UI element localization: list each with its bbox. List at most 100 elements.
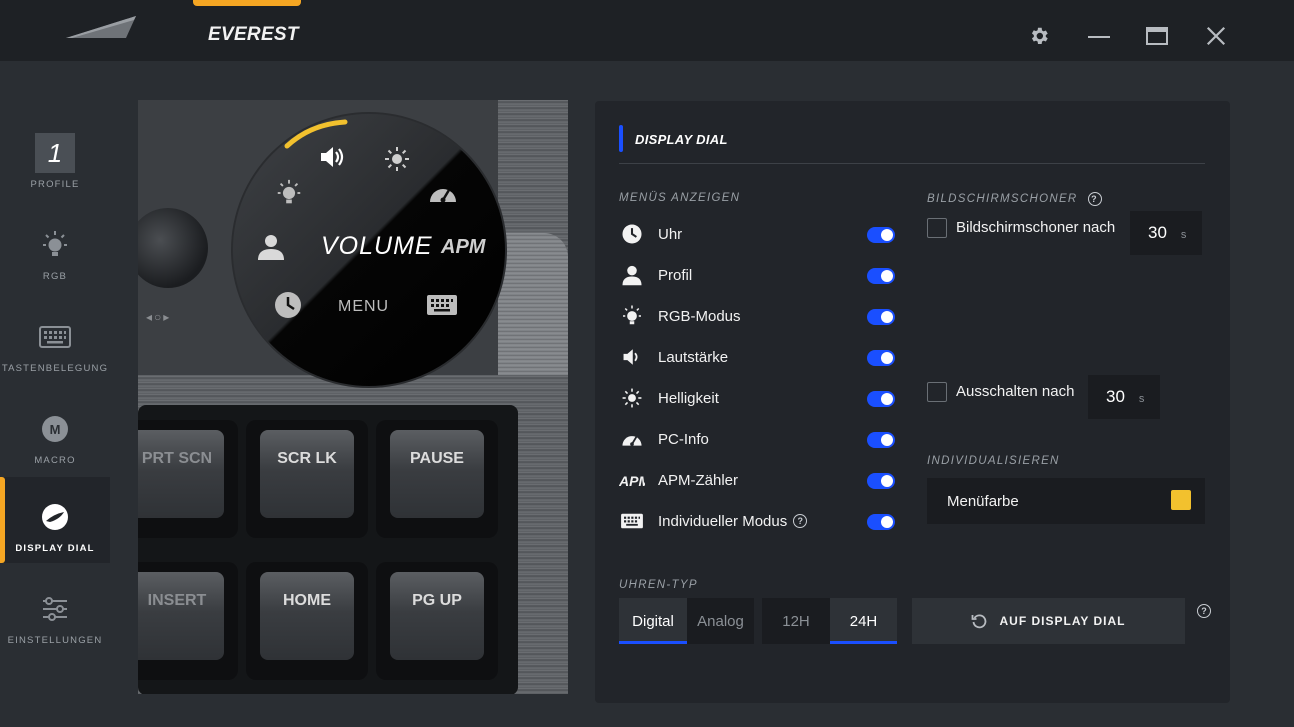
reset-icon	[972, 614, 987, 629]
apm-icon: APM	[619, 473, 645, 488]
sidebar-item-profile[interactable]: 1 PROFILE	[0, 113, 110, 199]
sidebar-item-tastenbelegung[interactable]: TASTENBELEGUNG	[0, 297, 110, 383]
gear-icon	[1031, 27, 1048, 44]
sidebar-item-label: EINSTELLUNGEN	[7, 635, 103, 646]
menu-row-uhr: Uhr	[619, 219, 895, 249]
app-title: EVEREST	[208, 24, 299, 45]
unit-label: s	[1180, 229, 1187, 241]
knob-arrows-icon: ◂○▸	[146, 310, 172, 324]
menu-row-individueller-modus: Individueller Modus ?	[619, 506, 895, 536]
dial-menu-label: MENU	[338, 298, 390, 315]
keyboard-icon	[39, 326, 71, 348]
info-icon[interactable]: ?	[1087, 192, 1102, 206]
dial-gauge-icon	[428, 180, 458, 206]
screensaver-checkbox[interactable]	[927, 218, 947, 238]
dial-keyboard-icon	[426, 294, 458, 316]
title-bar: EVEREST	[0, 0, 1294, 61]
sidebar: 1 PROFILE RGB TASTENBELEGUNG M MACRO DIS…	[0, 61, 110, 727]
key-pause: PAUSE	[376, 420, 498, 538]
menu-row-profil: Profil	[619, 260, 895, 290]
menu-label: Profil	[658, 266, 693, 284]
sidebar-item-label: PROFILE	[30, 179, 80, 190]
svg-text:M: M	[50, 422, 61, 437]
clock-style-digital[interactable]: Digital	[619, 598, 687, 644]
minimize-button[interactable]	[1085, 22, 1113, 50]
maximize-icon	[1146, 27, 1168, 45]
key-home: HOME	[246, 562, 368, 680]
sidebar-item-label: RGB	[42, 271, 68, 282]
apm-zaehler-toggle[interactable]	[867, 473, 895, 489]
rgb-modus-toggle[interactable]	[867, 309, 895, 325]
menu-color-swatch[interactable]	[1171, 490, 1191, 510]
dial-lightbulb-icon	[274, 178, 304, 208]
clock-style-analog[interactable]: Analog	[687, 598, 754, 644]
turnoff-time-value: 30	[1106, 387, 1125, 406]
speaker-icon	[623, 349, 638, 365]
clock-icon	[622, 224, 642, 244]
logo-icon	[66, 16, 136, 38]
menu-label: Helligkeit	[658, 389, 719, 407]
key-prt-scn: PRT SCN	[138, 420, 238, 538]
screensaver-time-input[interactable]: 30 s	[1130, 211, 1202, 255]
turnoff-time-input[interactable]: 30 s	[1088, 375, 1160, 419]
uhr-toggle[interactable]	[867, 227, 895, 243]
sidebar-item-rgb[interactable]: RGB	[0, 205, 110, 291]
menu-row-rgb-modus: RGB-Modus	[619, 301, 895, 331]
apply-button-label: AUF DISPLAY DIAL	[999, 614, 1126, 628]
info-icon[interactable]: ?	[1197, 604, 1211, 618]
profile-number-icon: 1	[35, 133, 75, 173]
screensaver-section-text: BILDSCHIRMSCHONER	[927, 193, 1078, 205]
menus-section-label: MENÜS ANZEIGEN	[619, 192, 741, 204]
menu-label: RGB-Modus	[658, 307, 741, 325]
menu-label: PC-Info	[658, 430, 709, 448]
dial-apm-label: APM	[441, 236, 486, 258]
sidebar-item-einstellungen[interactable]: EINSTELLUNGEN	[0, 569, 110, 655]
sidebar-item-label: DISPLAY DIAL	[15, 543, 95, 554]
minimize-icon	[1088, 36, 1110, 38]
apply-to-display-dial-button[interactable]: AUF DISPLAY DIAL	[912, 598, 1185, 644]
info-icon[interactable]: ?	[793, 514, 808, 528]
keyboard-icon	[621, 513, 643, 529]
pc-info-toggle[interactable]	[867, 432, 895, 448]
key-pg-up: PG UP	[376, 562, 498, 680]
sidebar-item-label: MACRO	[34, 455, 76, 466]
close-button[interactable]	[1202, 22, 1230, 50]
lautstaerke-toggle[interactable]	[867, 350, 895, 366]
dial-icon	[42, 504, 68, 530]
menu-label: Lautstärke	[658, 348, 729, 366]
keyboard-preview: ◂○▸ PRT SCN SCR LK PAUSE INSERT HOME PG …	[138, 100, 568, 694]
settings-button[interactable]	[1025, 22, 1053, 50]
sidebar-item-label: TASTENBELEGUNG	[1, 363, 109, 374]
menu-label: APM-Zähler	[658, 471, 739, 489]
clock-format-selector: 12H 24H	[762, 598, 897, 644]
dial-user-icon	[256, 232, 286, 262]
menu-label: Individueller Modus	[658, 512, 788, 530]
dial-sun-icon	[383, 145, 411, 173]
close-icon	[1206, 26, 1226, 46]
sun-icon	[622, 388, 642, 408]
svg-text:APM: APM	[619, 473, 645, 488]
helligkeit-toggle[interactable]	[867, 391, 895, 407]
key-scr-lk: SCR LK	[246, 420, 368, 538]
menu-color-row[interactable]: Menüfarbe	[927, 478, 1205, 524]
clock-format-12h[interactable]: 12H	[762, 598, 830, 644]
gauge-icon	[622, 436, 642, 446]
sidebar-item-macro[interactable]: M MACRO	[0, 389, 110, 475]
individueller-modus-toggle[interactable]	[867, 514, 895, 530]
turnoff-checkbox[interactable]	[927, 382, 947, 402]
screensaver-section-label: BILDSCHIRMSCHONER ?	[927, 192, 1102, 206]
dial-clock-icon	[273, 290, 303, 320]
menu-label: Uhr	[658, 225, 683, 243]
menu-row-pc-info: PC-Info	[619, 424, 895, 454]
maximize-button[interactable]	[1143, 22, 1171, 50]
menu-row-apm-zaehler: APM APM-Zähler	[619, 465, 895, 495]
sidebar-item-display-dial[interactable]: DISPLAY DIAL	[0, 477, 110, 563]
profil-toggle[interactable]	[867, 268, 895, 284]
menu-color-label: Menüfarbe	[947, 492, 1019, 510]
clock-format-24h[interactable]: 24H	[830, 598, 897, 644]
screensaver-time-value: 30	[1148, 223, 1167, 242]
panel-title: DISPLAY DIAL	[635, 132, 728, 147]
clock-style-selector: Digital Analog	[619, 598, 754, 644]
lightbulb-icon	[623, 305, 641, 325]
sliders-icon	[43, 597, 67, 621]
